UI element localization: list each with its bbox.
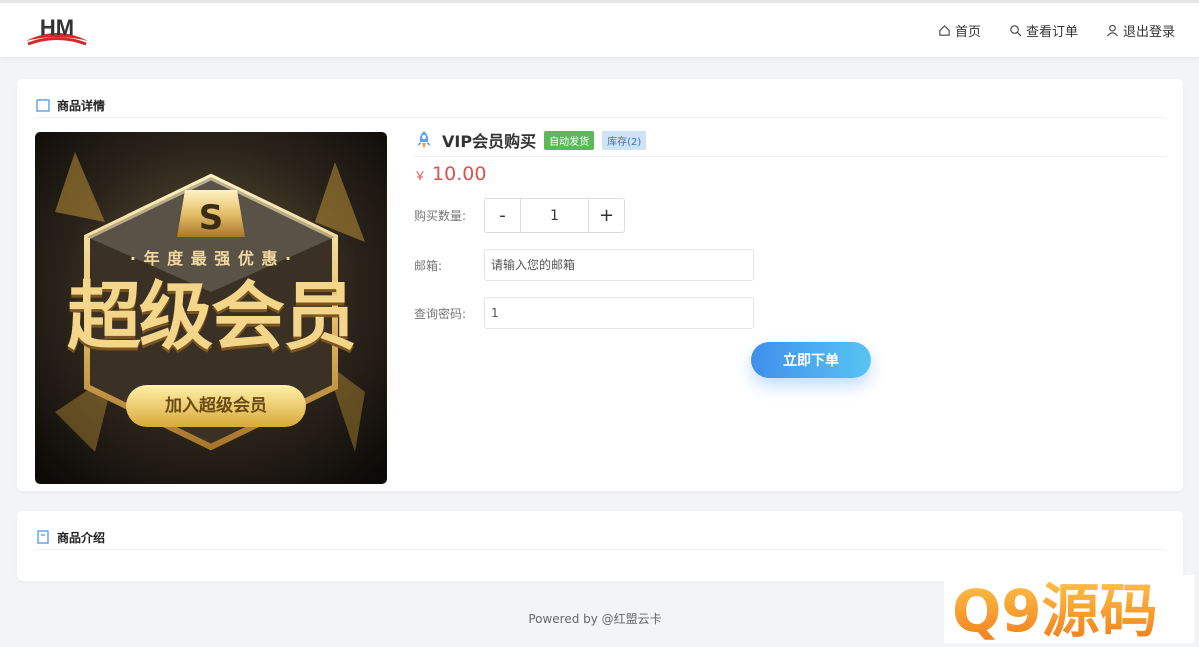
watermark-logo: Q9源码	[944, 575, 1194, 645]
image-join-button: 加入超级会员	[126, 385, 306, 427]
product-info: VIP会员购买 自动发货 库存(2) ￥ 10.00 购买数量: - 1 + 邮…	[414, 126, 1166, 378]
password-row: 查询密码:	[414, 297, 754, 329]
password-field[interactable]	[484, 297, 754, 329]
quantity-stepper: - 1 +	[484, 198, 625, 233]
product-intro-card: 商品介绍	[17, 511, 1183, 581]
svg-text:S: S	[199, 198, 224, 238]
site-logo[interactable]: HM	[24, 11, 90, 51]
rocket-icon	[417, 131, 431, 149]
qty-value[interactable]: 1	[520, 199, 589, 232]
qty-minus-button[interactable]: -	[485, 199, 520, 232]
home-icon	[939, 25, 950, 36]
price-value: 10.00	[432, 163, 487, 185]
nav-orders-label: 查看订单	[1025, 25, 1078, 40]
image-headline: 超级会员	[67, 274, 357, 360]
password-label: 查询密码:	[414, 306, 467, 321]
price: ￥ 10.00	[414, 163, 1166, 185]
details-section-title: 商品详情	[57, 98, 106, 113]
email-label: 邮箱:	[414, 258, 443, 273]
product-details-card: 商品详情 S · 年 度 最 强 优 惠 · 超级会员 加入超级会员 VIP会员…	[17, 79, 1183, 491]
image-tagline: · 年 度 最 强 优 惠 ·	[129, 249, 293, 268]
header: HM 首页 查看订单 退出登录	[0, 3, 1199, 57]
email-row: 邮箱:	[414, 249, 754, 281]
user-icon	[1106, 24, 1119, 37]
nav-orders[interactable]: 查看订单	[1009, 21, 1078, 40]
details-section-header: 商品详情	[35, 93, 1165, 118]
nav-logout[interactable]: 退出登录	[1106, 21, 1175, 40]
intro-section-title: 商品介绍	[57, 530, 106, 545]
nav-home[interactable]: 首页	[938, 21, 981, 40]
nav-home-label: 首页	[954, 25, 981, 40]
quantity-row: 购买数量: - 1 +	[414, 198, 625, 233]
email-field[interactable]	[484, 249, 754, 281]
place-order-button[interactable]: 立即下单	[751, 342, 871, 378]
product-image: S · 年 度 最 强 优 惠 · 超级会员 加入超级会员	[35, 132, 387, 484]
svg-text:Q9源码: Q9源码	[952, 577, 1158, 643]
intro-section-header: 商品介绍	[35, 525, 1165, 550]
qty-plus-button[interactable]: +	[589, 199, 624, 232]
currency-symbol: ￥	[414, 169, 427, 183]
nav-logout-label: 退出登录	[1122, 25, 1175, 40]
top-nav: 首页 查看订单 退出登录	[938, 21, 1175, 40]
tag-icon	[37, 530, 49, 544]
svg-text:HM: HM	[40, 15, 74, 40]
product-title-row: VIP会员购买 自动发货 库存(2)	[414, 126, 1166, 157]
bag-icon	[36, 99, 50, 112]
stock-badge: 库存(2)	[602, 130, 647, 150]
auto-delivery-badge: 自动发货	[544, 130, 595, 150]
quantity-label: 购买数量:	[414, 209, 467, 223]
product-name: VIP会员购买	[442, 132, 537, 151]
search-icon	[1010, 25, 1022, 37]
